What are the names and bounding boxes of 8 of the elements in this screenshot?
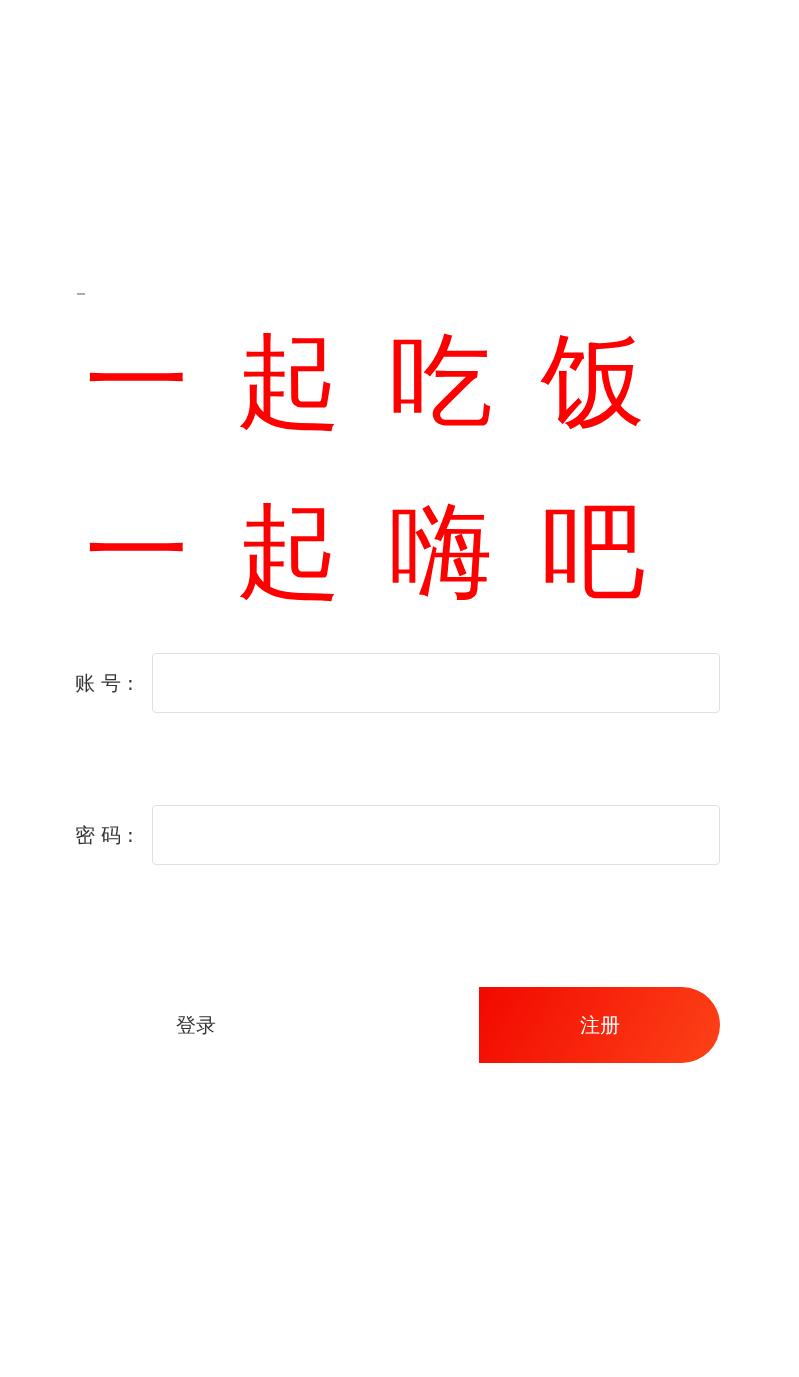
field-label: 密码: [75,821,141,849]
slogan-text: 一起嗨吧 [85,499,693,603]
input-field[interactable] [152,805,720,865]
register-button[interactable]: 注册 [479,987,720,1063]
field-label: 账号: [75,669,141,697]
slogan-text: 一起吃饭 [85,329,693,433]
input-field[interactable] [152,653,720,713]
login-button[interactable]: 登录 [75,987,316,1063]
